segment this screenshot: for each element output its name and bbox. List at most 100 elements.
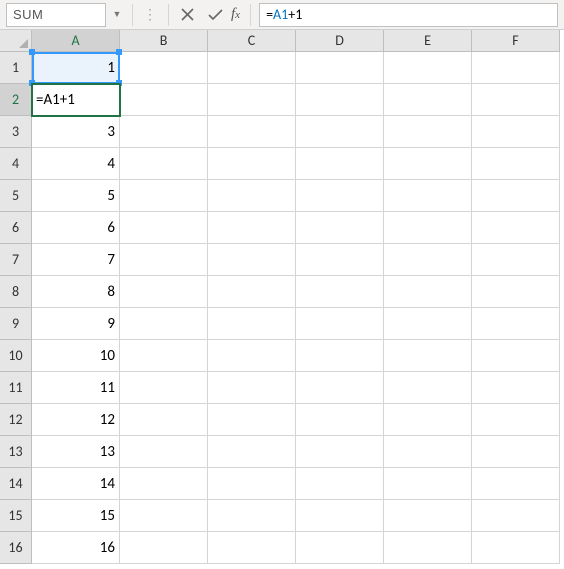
cell-E8[interactable]	[384, 276, 472, 308]
cell-B15[interactable]	[120, 500, 208, 532]
cell-C9[interactable]	[208, 308, 296, 340]
cell-A6[interactable]: 6	[32, 212, 120, 244]
cell-B1[interactable]	[120, 52, 208, 84]
cancel-button[interactable]	[173, 3, 201, 27]
cell-E3[interactable]	[384, 116, 472, 148]
cell-E15[interactable]	[384, 500, 472, 532]
row-header-16[interactable]: 16	[0, 532, 32, 564]
row-header-1[interactable]: 1	[0, 52, 32, 84]
cell-D16[interactable]	[296, 532, 384, 564]
row-header-8[interactable]: 8	[0, 276, 32, 308]
cell-B9[interactable]	[120, 308, 208, 340]
cell-E10[interactable]	[384, 340, 472, 372]
cell-D4[interactable]	[296, 148, 384, 180]
cell-A1[interactable]: 1	[32, 52, 120, 84]
cell-D6[interactable]	[296, 212, 384, 244]
expand-formula-bar-icon[interactable]: ⋮	[137, 6, 164, 23]
cell-C8[interactable]	[208, 276, 296, 308]
cell-F4[interactable]	[472, 148, 560, 180]
cell-C5[interactable]	[208, 180, 296, 212]
cell-A4[interactable]: 4	[32, 148, 120, 180]
cell-E11[interactable]	[384, 372, 472, 404]
cell-E4[interactable]	[384, 148, 472, 180]
cell-D7[interactable]	[296, 244, 384, 276]
cell-E13[interactable]	[384, 436, 472, 468]
cell-A15[interactable]: 15	[32, 500, 120, 532]
row-header-10[interactable]: 10	[0, 340, 32, 372]
row-header-3[interactable]: 3	[0, 116, 32, 148]
cell-D8[interactable]	[296, 276, 384, 308]
cell-A7[interactable]: 7	[32, 244, 120, 276]
column-header-E[interactable]: E	[384, 30, 472, 52]
cell-F10[interactable]	[472, 340, 560, 372]
row-header-6[interactable]: 6	[0, 212, 32, 244]
cell-A9[interactable]: 9	[32, 308, 120, 340]
cell-D5[interactable]	[296, 180, 384, 212]
cell-F3[interactable]	[472, 116, 560, 148]
cell-D12[interactable]	[296, 404, 384, 436]
cell-D10[interactable]	[296, 340, 384, 372]
name-box[interactable]	[6, 3, 106, 27]
row-header-14[interactable]: 14	[0, 468, 32, 500]
cell-B11[interactable]	[120, 372, 208, 404]
row-header-15[interactable]: 15	[0, 500, 32, 532]
cell-D14[interactable]	[296, 468, 384, 500]
cell-C12[interactable]	[208, 404, 296, 436]
cell-C4[interactable]	[208, 148, 296, 180]
cell-E14[interactable]	[384, 468, 472, 500]
name-box-dropdown-icon[interactable]: ▼	[110, 3, 124, 27]
cell-A14[interactable]: 14	[32, 468, 120, 500]
cell-B8[interactable]	[120, 276, 208, 308]
cell-A13[interactable]: 13	[32, 436, 120, 468]
column-header-C[interactable]: C	[208, 30, 296, 52]
cell-F15[interactable]	[472, 500, 560, 532]
cell-F6[interactable]	[472, 212, 560, 244]
cell-A10[interactable]: 10	[32, 340, 120, 372]
cell-F1[interactable]	[472, 52, 560, 84]
row-header-12[interactable]: 12	[0, 404, 32, 436]
cell-E16[interactable]	[384, 532, 472, 564]
cell-B7[interactable]	[120, 244, 208, 276]
cell-F9[interactable]	[472, 308, 560, 340]
cell-B13[interactable]	[120, 436, 208, 468]
row-header-13[interactable]: 13	[0, 436, 32, 468]
cell-C2[interactable]	[208, 84, 296, 116]
enter-button[interactable]	[201, 3, 229, 27]
row-header-7[interactable]: 7	[0, 244, 32, 276]
cell-C10[interactable]	[208, 340, 296, 372]
cell-B16[interactable]	[120, 532, 208, 564]
cell-E12[interactable]	[384, 404, 472, 436]
cell-B4[interactable]	[120, 148, 208, 180]
cell-B12[interactable]	[120, 404, 208, 436]
cell-C6[interactable]	[208, 212, 296, 244]
cell-A5[interactable]: 5	[32, 180, 120, 212]
cell-C14[interactable]	[208, 468, 296, 500]
row-header-9[interactable]: 9	[0, 308, 32, 340]
cell-F11[interactable]	[472, 372, 560, 404]
cell-C1[interactable]	[208, 52, 296, 84]
cell-E2[interactable]	[384, 84, 472, 116]
cell-D15[interactable]	[296, 500, 384, 532]
cell-F14[interactable]	[472, 468, 560, 500]
cell-F5[interactable]	[472, 180, 560, 212]
cell-F16[interactable]	[472, 532, 560, 564]
formula-input[interactable]: =A1+1	[259, 3, 558, 27]
cell-C15[interactable]	[208, 500, 296, 532]
row-header-2[interactable]: 2	[0, 84, 32, 116]
cell-F7[interactable]	[472, 244, 560, 276]
cell-A11[interactable]: 11	[32, 372, 120, 404]
cell-B6[interactable]	[120, 212, 208, 244]
cell-B10[interactable]	[120, 340, 208, 372]
column-header-A[interactable]: A	[32, 30, 120, 52]
cell-B2[interactable]	[120, 84, 208, 116]
cell-C13[interactable]	[208, 436, 296, 468]
cell-F12[interactable]	[472, 404, 560, 436]
row-header-5[interactable]: 5	[0, 180, 32, 212]
cell-D9[interactable]	[296, 308, 384, 340]
cell-F13[interactable]	[472, 436, 560, 468]
cell-A2[interactable]: =A1+1	[32, 84, 120, 116]
cell-E7[interactable]	[384, 244, 472, 276]
cell-A16[interactable]: 16	[32, 532, 120, 564]
cell-C16[interactable]	[208, 532, 296, 564]
cell-C11[interactable]	[208, 372, 296, 404]
